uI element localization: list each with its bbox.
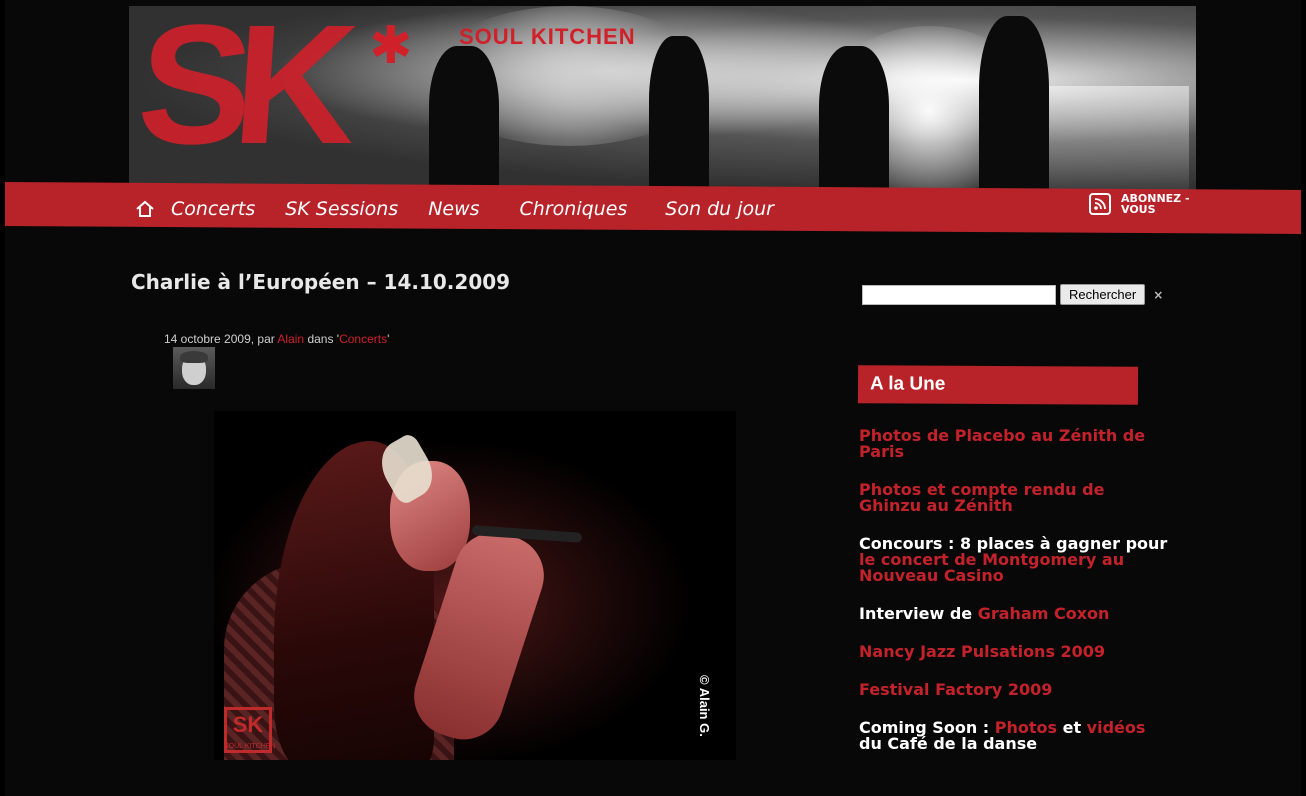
rss-subscribe[interactable]: ABONNEZ -VOUS: [1089, 193, 1195, 215]
search-form: Rechercher ×: [862, 284, 1163, 305]
category-link[interactable]: Concerts: [339, 332, 387, 346]
author-link[interactable]: Alain: [277, 332, 304, 346]
list-item: Photos de Placebo au Zénith de Paris: [859, 428, 1169, 460]
list-item: Coming Soon : Photos et vidéos du Café d…: [859, 720, 1169, 752]
rss-icon[interactable]: [1089, 193, 1111, 215]
band-silhouette: [819, 46, 889, 192]
list-item: Concours : 8 places à gagner pour le con…: [859, 536, 1169, 584]
nav-item-chroniques[interactable]: Chroniques: [520, 198, 628, 220]
site-logo[interactable]: SK: [132, 6, 345, 180]
headline-text: et: [1057, 718, 1087, 737]
post-date: 14 octobre 2009, par: [164, 332, 278, 346]
list-item: Photos et compte rendu de Ghinzu au Zéni…: [859, 482, 1169, 514]
nav-item-sk-sessions[interactable]: SK Sessions: [285, 198, 398, 220]
nav-item-news[interactable]: News: [428, 198, 479, 220]
nav-item-concerts[interactable]: Concerts: [171, 198, 255, 220]
photo-watermark-text: SOUL KITCHEN: [224, 743, 276, 750]
concert-photo[interactable]: SK SOUL KITCHEN © Alain G.: [214, 411, 736, 760]
headline-link[interactable]: Photos et compte rendu de Ghinzu au Zéni…: [859, 480, 1104, 515]
header-banner: SK ✱ SOUL KITCHEN: [129, 6, 1196, 192]
headline-link[interactable]: le concert de Montgomery au Nouveau Casi…: [859, 550, 1124, 585]
close-icon[interactable]: ×: [1153, 288, 1163, 302]
star-icon: ✱: [369, 16, 413, 76]
rss-label[interactable]: ABONNEZ -VOUS: [1121, 193, 1195, 215]
page: SK ✱ SOUL KITCHEN Concerts SK Sessions N…: [5, 0, 1301, 796]
meta-in: dans ': [304, 332, 340, 346]
post-meta: 14 octobre 2009, par Alain dans 'Concert…: [164, 332, 389, 346]
main-nav: Concerts SK Sessions News Chroniques Son…: [135, 190, 804, 228]
search-input[interactable]: [862, 284, 1056, 305]
photo-credit: © Alain G.: [697, 675, 712, 737]
nav-item-son-du-jour[interactable]: Son du jour: [665, 198, 774, 220]
band-silhouette: [649, 36, 709, 192]
search-button[interactable]: Rechercher: [1060, 284, 1146, 305]
headline-link[interactable]: vidéos: [1087, 718, 1146, 737]
site-brand: SOUL KITCHEN: [459, 24, 636, 49]
widget-title: A la Une: [857, 365, 1139, 405]
list-item: Nancy Jazz Pulsations 2009: [859, 644, 1169, 660]
band-silhouette: [429, 46, 499, 192]
author-avatar[interactable]: [173, 347, 215, 389]
a-la-une-list: Photos de Placebo au Zénith de Paris Phot…: [859, 428, 1169, 774]
avatar-hair: [180, 351, 208, 363]
headline-link[interactable]: Photos de Placebo au Zénith de Paris: [859, 426, 1145, 461]
post-title[interactable]: Charlie à l’Européen – 14.10.2009: [131, 270, 510, 294]
headline-link[interactable]: Graham Coxon: [978, 604, 1110, 623]
band-silhouette: [979, 16, 1049, 192]
headline-text: du Café de la danse: [859, 734, 1038, 753]
home-icon[interactable]: [135, 200, 155, 218]
headline-link[interactable]: Nancy Jazz Pulsations 2009: [859, 642, 1105, 661]
list-item: Festival Factory 2009: [859, 682, 1169, 698]
headline-link[interactable]: Festival Factory 2009: [859, 680, 1052, 699]
meta-end: ': [387, 332, 390, 346]
headline-text: Interview de: [859, 604, 978, 623]
list-item: Interview de Graham Coxon: [859, 606, 1169, 622]
